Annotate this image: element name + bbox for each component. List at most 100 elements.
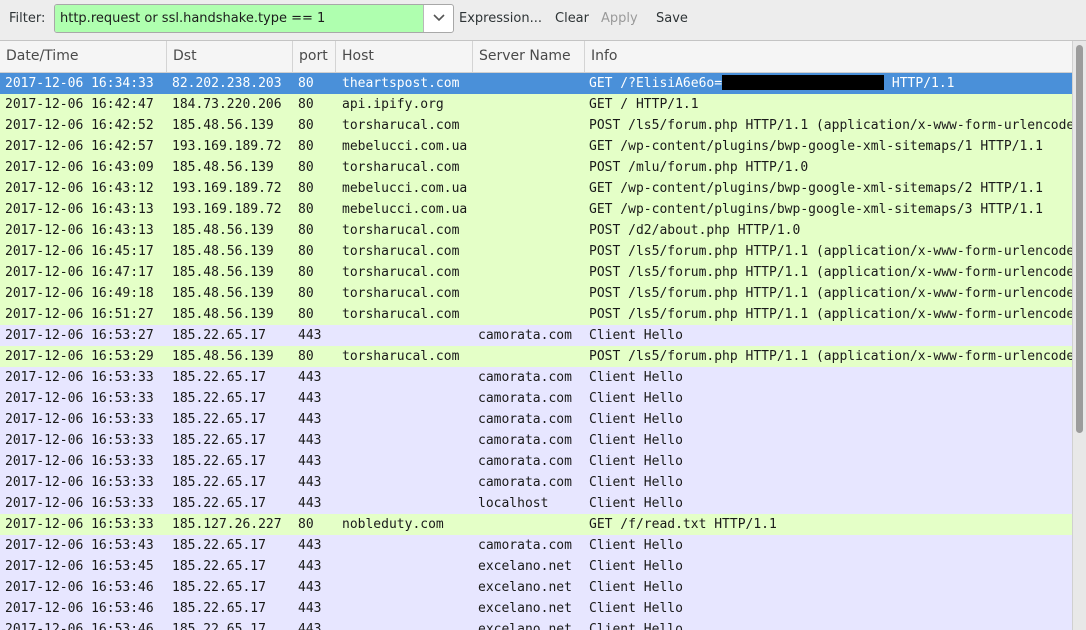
cell-date-time: 2017-12-06 16:47:17	[5, 265, 154, 280]
packet-list[interactable]: Date/Time Dst port Host Server Name Info…	[0, 41, 1086, 630]
cell-host	[342, 430, 472, 451]
packet-row[interactable]: 2017-12-06 16:51:27 185.48.56.139 80 torsha…	[0, 304, 1072, 325]
column-header-port[interactable]: port	[293, 41, 336, 72]
cell-server-name: excelano.net	[478, 580, 572, 595]
cell-dst: 193.169.189.72	[172, 202, 282, 217]
cell-server-name: camorata.com	[478, 412, 572, 427]
cell-info: POST /ls5/forum.php HTTP/1.1 (applicatio…	[589, 286, 1072, 301]
cell-dst: 82.202.238.203	[172, 76, 282, 91]
packet-row[interactable]: 2017-12-06 16:53:29 185.48.56.139 80 torsha…	[0, 346, 1072, 367]
column-header-info[interactable]: Info	[585, 41, 1072, 72]
packet-row[interactable]: 2017-12-06 16:53:33 185.22.65.17 443 camora…	[0, 472, 1072, 493]
cell-info: Client Hello	[589, 475, 683, 490]
cell-host	[342, 619, 472, 630]
packet-row[interactable]: 2017-12-06 16:43:12 193.169.189.72 80 mebel…	[0, 178, 1072, 199]
packet-row[interactable]: 2017-12-06 16:53:33 185.22.65.17 443 localh…	[0, 493, 1072, 514]
cell-host: mebelucci.com.ua	[342, 181, 468, 196]
cell-server-name: camorata.com	[478, 538, 572, 553]
packet-row[interactable]: 2017-12-06 16:45:17 185.48.56.139 80 torsha…	[0, 241, 1072, 262]
packet-row[interactable]: 2017-12-06 16:42:47 184.73.220.206 80 api.i…	[0, 94, 1072, 115]
packet-row[interactable]: 2017-12-06 16:53:33 185.127.26.227 80 noble…	[0, 514, 1072, 535]
filter-combobox[interactable]	[54, 4, 454, 33]
cell-date-time: 2017-12-06 16:45:17	[5, 244, 154, 259]
filter-history-dropdown[interactable]	[425, 5, 453, 32]
cell-info: POST /d2/about.php HTTP/1.0	[589, 223, 801, 238]
cell-server-name	[478, 346, 583, 367]
save-button[interactable]: Save	[656, 11, 688, 26]
cell-host	[342, 472, 472, 493]
packet-row[interactable]: 2017-12-06 16:43:13 193.169.189.72 80 mebel…	[0, 199, 1072, 220]
packet-row[interactable]: 2017-12-06 16:42:57 193.169.189.72 80 mebel…	[0, 136, 1072, 157]
cell-info: GET /?ElisiA6e6o= HTTP/1.1	[589, 73, 1072, 94]
cell-date-time: 2017-12-06 16:53:46	[5, 601, 154, 616]
apply-button[interactable]: Apply	[601, 11, 638, 26]
cell-host	[342, 451, 472, 472]
redaction-bar	[722, 75, 885, 90]
column-header-server-name[interactable]: Server Name	[473, 41, 585, 72]
cell-dst: 185.48.56.139	[172, 265, 274, 280]
info-text-tail: HTTP/1.1	[884, 76, 955, 91]
cell-dst: 185.22.65.17	[172, 412, 266, 427]
display-filter-input[interactable]	[55, 5, 424, 32]
cell-port: 80	[298, 307, 314, 322]
packet-row[interactable]: 2017-12-06 16:53:33 185.22.65.17 443 camora…	[0, 367, 1072, 388]
cell-date-time: 2017-12-06 16:49:18	[5, 286, 154, 301]
cell-host: torsharucal.com	[342, 244, 460, 259]
cell-port: 443	[298, 475, 322, 490]
scrollbar-thumb[interactable]	[1076, 45, 1083, 433]
cell-server-name: camorata.com	[478, 391, 572, 406]
cell-port: 80	[298, 286, 314, 301]
packet-row[interactable]: 2017-12-06 16:43:13 185.48.56.139 80 torsha…	[0, 220, 1072, 241]
clear-button[interactable]: Clear	[555, 11, 589, 26]
cell-host: torsharucal.com	[342, 265, 460, 280]
packet-row[interactable]: 2017-12-06 16:53:33 185.22.65.17 443 camora…	[0, 409, 1072, 430]
cell-host	[342, 556, 472, 577]
packet-row[interactable]: 2017-12-06 16:53:33 185.22.65.17 443 camora…	[0, 430, 1072, 451]
column-header-date-time[interactable]: Date/Time	[0, 41, 167, 72]
expression-button[interactable]: Expression...	[459, 11, 542, 26]
cell-date-time: 2017-12-06 16:42:57	[5, 139, 154, 154]
packet-row[interactable]: 2017-12-06 16:49:18 185.48.56.139 80 torsha…	[0, 283, 1072, 304]
filter-label: Filter:	[9, 11, 46, 26]
info-text: GET /?ElisiA6e6o=	[589, 76, 723, 91]
cell-port: 443	[298, 412, 322, 427]
cell-port: 80	[298, 76, 314, 91]
cell-host: torsharucal.com	[342, 160, 460, 175]
cell-dst: 185.22.65.17	[172, 580, 266, 595]
packet-row[interactable]: 2017-12-06 16:47:17 185.48.56.139 80 torsha…	[0, 262, 1072, 283]
packet-row[interactable]: 2017-12-06 16:43:09 185.48.56.139 80 torsha…	[0, 157, 1072, 178]
column-header-host[interactable]: Host	[336, 41, 473, 72]
column-header-dst[interactable]: Dst	[167, 41, 293, 72]
cell-server-name: excelano.net	[478, 559, 572, 574]
packet-row[interactable]: 2017-12-06 16:53:27 185.22.65.17 443 camora…	[0, 325, 1072, 346]
packet-row[interactable]: 2017-12-06 16:53:45 185.22.65.17 443 excela…	[0, 556, 1072, 577]
cell-info: GET /wp-content/plugins/bwp-google-xml-s…	[589, 139, 1043, 154]
cell-server-name: localhost	[478, 496, 549, 511]
cell-host: api.ipify.org	[342, 97, 444, 112]
packet-row[interactable]: 2017-12-06 16:42:52 185.48.56.139 80 torsha…	[0, 115, 1072, 136]
cell-date-time: 2017-12-06 16:53:43	[5, 538, 154, 553]
vertical-scrollbar[interactable]	[1072, 41, 1086, 630]
cell-date-time: 2017-12-06 16:53:33	[5, 454, 154, 469]
packet-row[interactable]: 2017-12-06 16:53:33 185.22.65.17 443 camora…	[0, 388, 1072, 409]
packet-row[interactable]: 2017-12-06 16:34:33 82.202.238.203 80 thear…	[0, 73, 1072, 94]
cell-server-name	[478, 136, 583, 157]
cell-info: POST /ls5/forum.php HTTP/1.1 (applicatio…	[589, 118, 1072, 133]
cell-dst: 185.22.65.17	[172, 601, 266, 616]
packet-row[interactable]: 2017-12-06 16:53:33 185.22.65.17 443 camora…	[0, 451, 1072, 472]
packet-row[interactable]: 2017-12-06 16:53:43 185.22.65.17 443 camora…	[0, 535, 1072, 556]
cell-date-time: 2017-12-06 16:43:12	[5, 181, 154, 196]
packet-row[interactable]: 2017-12-06 16:53:46 185.22.65.17 443 excela…	[0, 619, 1072, 630]
cell-port: 80	[298, 244, 314, 259]
cell-port: 443	[298, 391, 322, 406]
cell-date-time: 2017-12-06 16:53:29	[5, 349, 154, 364]
cell-info: POST /ls5/forum.php HTTP/1.1 (applicatio…	[589, 307, 1072, 322]
cell-host: torsharucal.com	[342, 223, 460, 238]
packet-row[interactable]: 2017-12-06 16:53:46 185.22.65.17 443 excela…	[0, 598, 1072, 619]
packet-row[interactable]: 2017-12-06 16:53:46 185.22.65.17 443 excela…	[0, 577, 1072, 598]
cell-port: 443	[298, 496, 322, 511]
cell-server-name	[478, 94, 583, 115]
cell-port: 80	[298, 517, 314, 532]
cell-port: 443	[298, 454, 322, 469]
filter-toolbar: Filter: Expression... Clear Apply Save	[0, 0, 1086, 41]
